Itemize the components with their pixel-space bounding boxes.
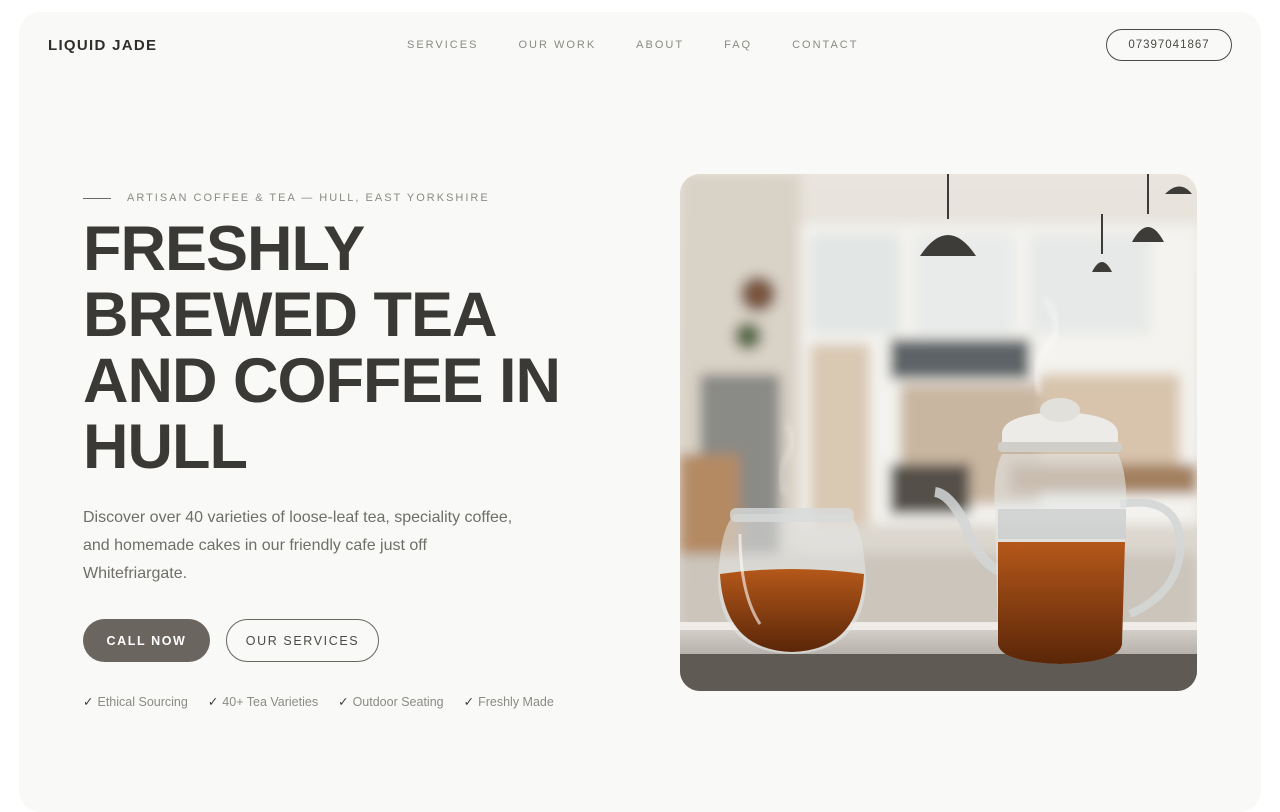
nav-item-our-work[interactable]: OUR WORK [518,39,596,51]
page-container: LIQUID JADE SERVICES OUR WORK ABOUT FAQ … [19,12,1261,812]
feature-label: Ethical Sourcing [97,695,188,709]
feature-label: Freshly Made [478,695,554,709]
nav-item-faq[interactable]: FAQ [724,39,752,51]
hero-headline: FRESHLY BREWED TEA AND COFFEE IN HULL [83,216,603,480]
phone-button[interactable]: 07397041867 [1106,29,1232,61]
feature-item: ✓ Freshly Made [464,694,554,709]
eyebrow-text: ARTISAN COFFEE & TEA — HULL, EAST YORKSH… [127,192,490,204]
teapot-illustration [680,174,1197,691]
check-icon: ✓ [83,695,94,709]
feature-item: ✓ Ethical Sourcing [83,694,188,709]
hero-description: Discover over 40 varieties of loose-leaf… [83,509,513,582]
headline-line: BREWED TEA [83,280,498,350]
hero-image-teapot [680,174,1197,691]
eyebrow-divider [83,197,111,199]
feature-item: ✓ Outdoor Seating [338,694,444,709]
brand-logo[interactable]: LIQUID JADE [48,37,157,54]
main-nav: SERVICES OUR WORK ABOUT FAQ CONTACT [407,39,898,51]
check-icon: ✓ [207,695,219,709]
nav-item-about[interactable]: ABOUT [636,39,684,51]
feature-label: 40+ Tea Varieties [222,695,319,709]
check-icon: ✓ [463,695,475,709]
feature-item: ✓ 40+ Tea Varieties [208,694,318,709]
headline-line: FRESHLY [83,214,365,284]
headline-line: HULL [83,412,248,482]
feature-label: Outdoor Seating [352,695,444,709]
feature-list: ✓ Ethical Sourcing ✓ 40+ Tea Varieties ✓ Ou… [83,694,574,709]
nav-item-services[interactable]: SERVICES [407,39,478,51]
our-services-button[interactable]: OUR SERVICES [226,619,379,662]
call-now-button[interactable]: CALL NOW [83,619,210,662]
check-icon: ✓ [338,695,349,709]
headline-line: AND COFFEE IN [83,346,561,416]
nav-item-contact[interactable]: CONTACT [792,39,858,51]
hero-eyebrow: ARTISAN COFFEE & TEA — HULL, EAST YORKSH… [83,192,490,204]
